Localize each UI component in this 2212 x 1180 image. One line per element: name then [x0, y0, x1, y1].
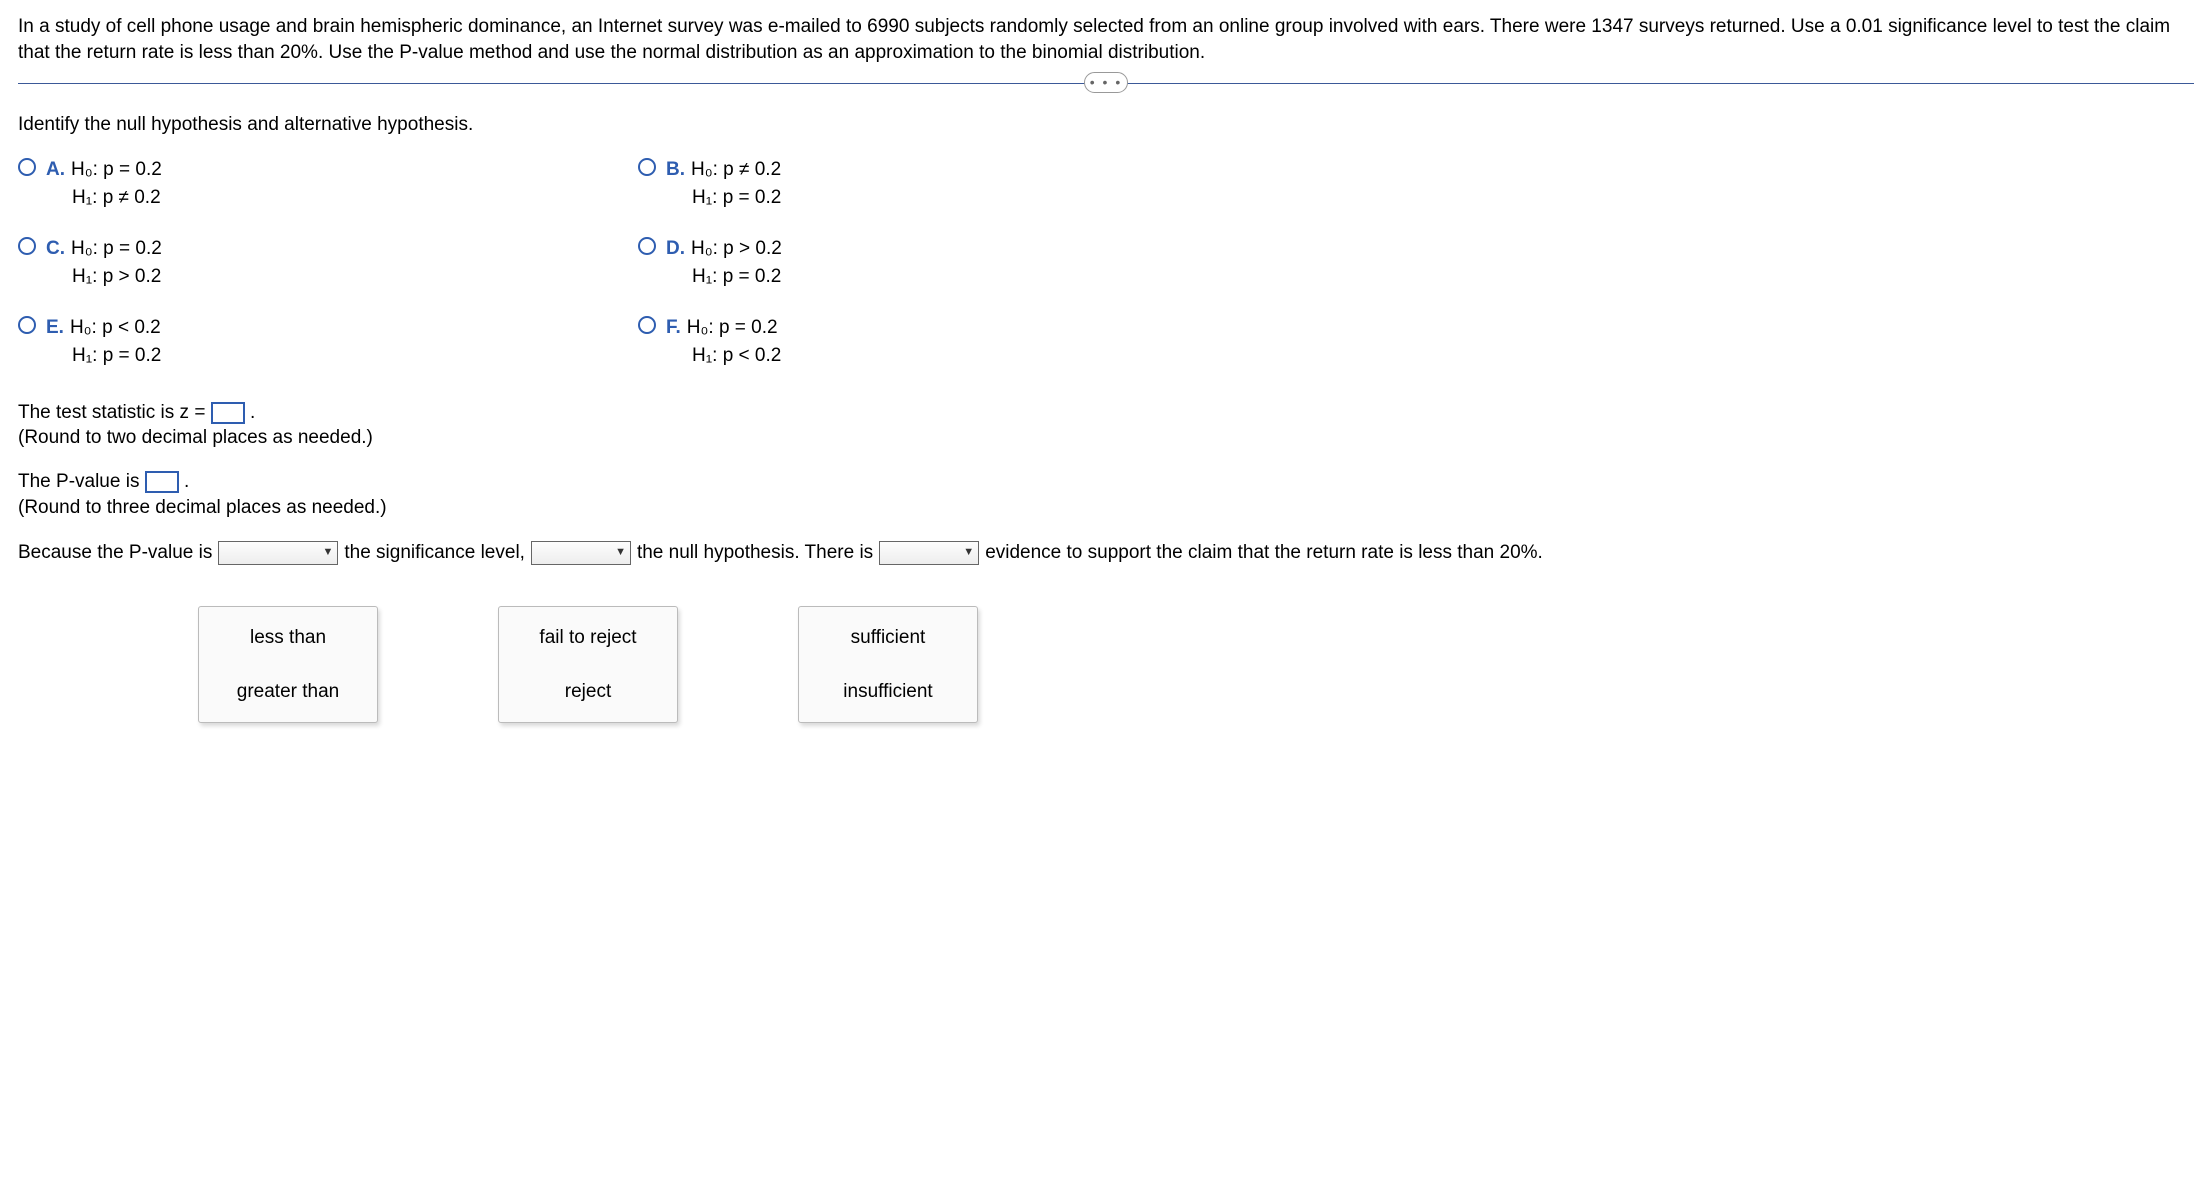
option-f[interactable]: F. H₀: p = 0.2 H₁: p < 0.2	[638, 314, 1218, 369]
evidence-choices-box: sufficient insufficient	[798, 606, 978, 723]
option-b[interactable]: B. H₀: p ≠ 0.2 H₁: p = 0.2	[638, 156, 1218, 211]
option-a[interactable]: A. H₀: p = 0.2 H₁: p ≠ 0.2	[18, 156, 598, 211]
option-letter: B.	[666, 159, 685, 180]
problem-statement: In a study of cell phone usage and brain…	[18, 14, 2194, 65]
option-letter: F.	[666, 317, 681, 338]
p-value-label-post: .	[184, 471, 189, 492]
options-grid: A. H₀: p = 0.2 H₁: p ≠ 0.2 B. H₀: p ≠ 0.2 …	[18, 156, 1218, 370]
choice-greater-than[interactable]: greater than	[237, 679, 339, 705]
option-line2: H₁: p > 0.2	[46, 264, 162, 290]
option-c[interactable]: C. H₀: p = 0.2 H₁: p > 0.2	[18, 235, 598, 290]
conclusion-sentence: Because the P-value is the significance …	[18, 540, 2194, 566]
option-e[interactable]: E. H₀: p < 0.2 H₁: p = 0.2	[18, 314, 598, 369]
z-stat-hint: (Round to two decimal places as needed.)	[18, 425, 2194, 451]
p-value-input[interactable]	[145, 471, 179, 493]
z-stat-label-pre: The test statistic is z =	[18, 402, 211, 423]
radio-icon[interactable]	[18, 237, 36, 255]
conclusion-text-2: the significance level,	[344, 540, 525, 566]
dropdown-decision[interactable]	[531, 541, 631, 565]
radio-icon[interactable]	[638, 316, 656, 334]
option-line1: H₀: p = 0.2	[71, 159, 162, 180]
option-letter: D.	[666, 238, 685, 259]
choice-sufficient[interactable]: sufficient	[851, 625, 926, 651]
option-line1: H₀: p = 0.2	[687, 317, 778, 338]
option-line2: H₁: p = 0.2	[666, 264, 782, 290]
decision-choices-box: fail to reject reject	[498, 606, 678, 723]
radio-icon[interactable]	[638, 158, 656, 176]
option-line2: H₁: p = 0.2	[666, 185, 781, 211]
dropdown-choices-row: less than greater than fail to reject re…	[198, 606, 2194, 723]
dropdown-compare[interactable]	[218, 541, 338, 565]
option-line2: H₁: p ≠ 0.2	[46, 185, 162, 211]
option-line1: H₀: p < 0.2	[70, 317, 161, 338]
conclusion-text-1: Because the P-value is	[18, 540, 212, 566]
option-line1: H₀: p = 0.2	[71, 238, 162, 259]
compare-choices-box: less than greater than	[198, 606, 378, 723]
option-line1: H₀: p ≠ 0.2	[691, 159, 781, 180]
option-line1: H₀: p > 0.2	[691, 238, 782, 259]
dropdown-evidence[interactable]	[879, 541, 979, 565]
option-line2: H₁: p < 0.2	[666, 343, 781, 369]
option-line2: H₁: p = 0.2	[46, 343, 161, 369]
hypothesis-prompt: Identify the null hypothesis and alterna…	[18, 112, 2194, 138]
z-stat-label-post: .	[250, 402, 255, 423]
choice-insufficient[interactable]: insufficient	[843, 679, 932, 705]
radio-icon[interactable]	[18, 158, 36, 176]
conclusion-text-3: the null hypothesis. There is	[637, 540, 873, 566]
choice-less-than[interactable]: less than	[250, 625, 326, 651]
radio-icon[interactable]	[18, 316, 36, 334]
conclusion-text-4: evidence to support the claim that the r…	[985, 540, 1543, 566]
choice-reject[interactable]: reject	[565, 679, 611, 705]
choice-fail-to-reject[interactable]: fail to reject	[539, 625, 636, 651]
option-letter: C.	[46, 238, 65, 259]
p-value-label-pre: The P-value is	[18, 471, 145, 492]
p-value-hint: (Round to three decimal places as needed…	[18, 495, 2194, 521]
option-letter: E.	[46, 317, 64, 338]
option-d[interactable]: D. H₀: p > 0.2 H₁: p = 0.2	[638, 235, 1218, 290]
radio-icon[interactable]	[638, 237, 656, 255]
option-letter: A.	[46, 159, 65, 180]
z-stat-input[interactable]	[211, 402, 245, 424]
expand-pill-icon[interactable]: • • •	[1084, 72, 1128, 93]
